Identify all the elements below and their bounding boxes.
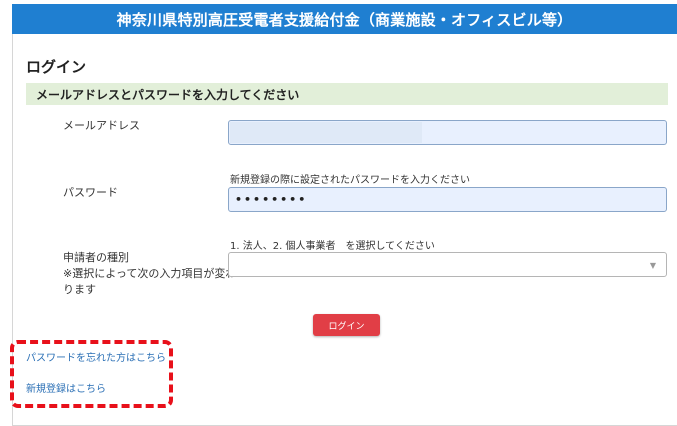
applicant-type-label-line2: ※選択によって次の入力項目が変わ [63, 267, 237, 280]
chevron-down-icon: ▼ [649, 261, 656, 270]
password-value: •••••••• [235, 193, 308, 206]
password-label: パスワード [63, 186, 118, 199]
applicant-type-select[interactable]: ▼ [228, 252, 667, 277]
email-autofill-highlight [230, 122, 422, 143]
applicant-type-label-line3: ります [63, 283, 96, 296]
page-header-title: 神奈川県特別高圧受電者支援給付金（商業施設・オフィスビル等） [116, 10, 573, 29]
annotation-highlight-box [10, 340, 173, 408]
applicant-type-label-line1: 申請者の種別 [63, 251, 129, 264]
page-header: 神奈川県特別高圧受電者支援給付金（商業施設・オフィスビル等） [12, 4, 677, 34]
applicant-type-label: 申請者の種別 ※選択によって次の入力項目が変わ ります [63, 250, 236, 298]
email-label: メールアドレス [63, 119, 140, 132]
page: 神奈川県特別高圧受電者支援給付金（商業施設・オフィスビル等） ログイン メールア… [0, 0, 677, 426]
applicant-type-hint: 1. 法人、2. 個人事業者 を選択してください [230, 241, 435, 252]
email-field[interactable] [228, 120, 667, 145]
login-button[interactable]: ログイン [313, 314, 380, 336]
login-title: ログイン [26, 58, 87, 76]
password-hint: 新規登録の際に設定されたパスワードを入力ください [230, 175, 470, 186]
instruction-bar: メールアドレスとパスワードを入力してください [26, 83, 668, 105]
password-field[interactable]: •••••••• [228, 187, 667, 212]
instruction-text: メールアドレスとパスワードを入力してください [36, 87, 300, 102]
